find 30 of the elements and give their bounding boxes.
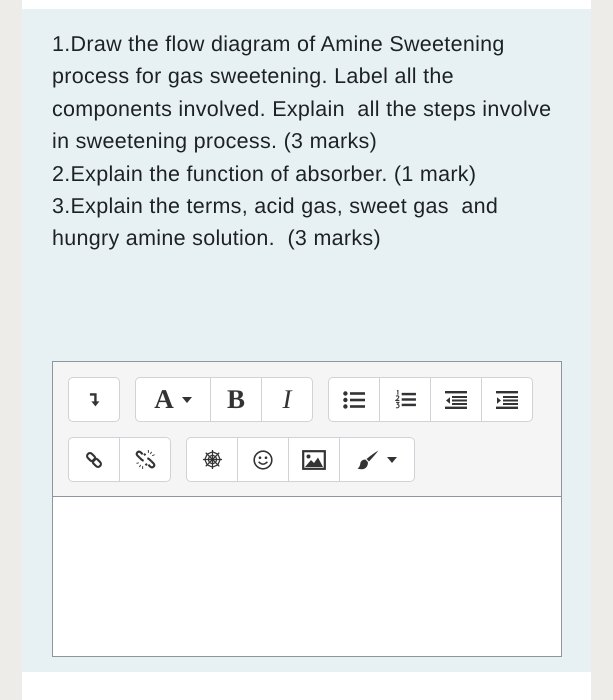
broken-link-icon [134,449,156,470]
numbered-list-button[interactable] [379,377,431,422]
outdent-icon [445,390,467,408]
bold-button[interactable]: B [210,377,262,422]
caret-icon [182,396,192,402]
emoji-button[interactable] [237,437,289,482]
numbered-list-icon [394,390,416,409]
spiderweb-icon [202,449,222,470]
question-text: 1.Draw the flow diagram of Amine Sweetening process for gas sweetening. Label all the components involved. Explain all the steps involve in sweetening process. (3 marks) [52,31,552,156]
paintbrush-icon [357,450,379,470]
paintbrush-button[interactable] [339,437,415,482]
indent-icon [496,390,518,408]
paragraph-style-button[interactable]: A [135,377,211,422]
link-icon [85,450,103,468]
caret-icon [387,456,397,462]
image-icon [302,450,326,470]
outdent-button[interactable] [430,377,482,422]
indent-button[interactable] [481,377,533,422]
question-text: 2.Explain the function of absorber. (1 mark) [52,160,476,188]
smiley-icon [253,450,273,470]
link-button[interactable] [68,437,120,482]
spiderweb-button[interactable] [186,437,238,482]
image-button[interactable] [288,437,340,482]
collapse-button[interactable] [68,377,120,422]
arrow-icon [88,392,100,407]
unlink-button[interactable] [119,437,171,482]
question-text: 3.Explain the terms, acid gas, sweet gas and hungry amine solution. (3 marks) [52,193,498,252]
bullet-list-button[interactable] [328,377,380,422]
italic-button[interactable]: I [261,377,313,422]
bullet-list-icon [343,390,365,408]
